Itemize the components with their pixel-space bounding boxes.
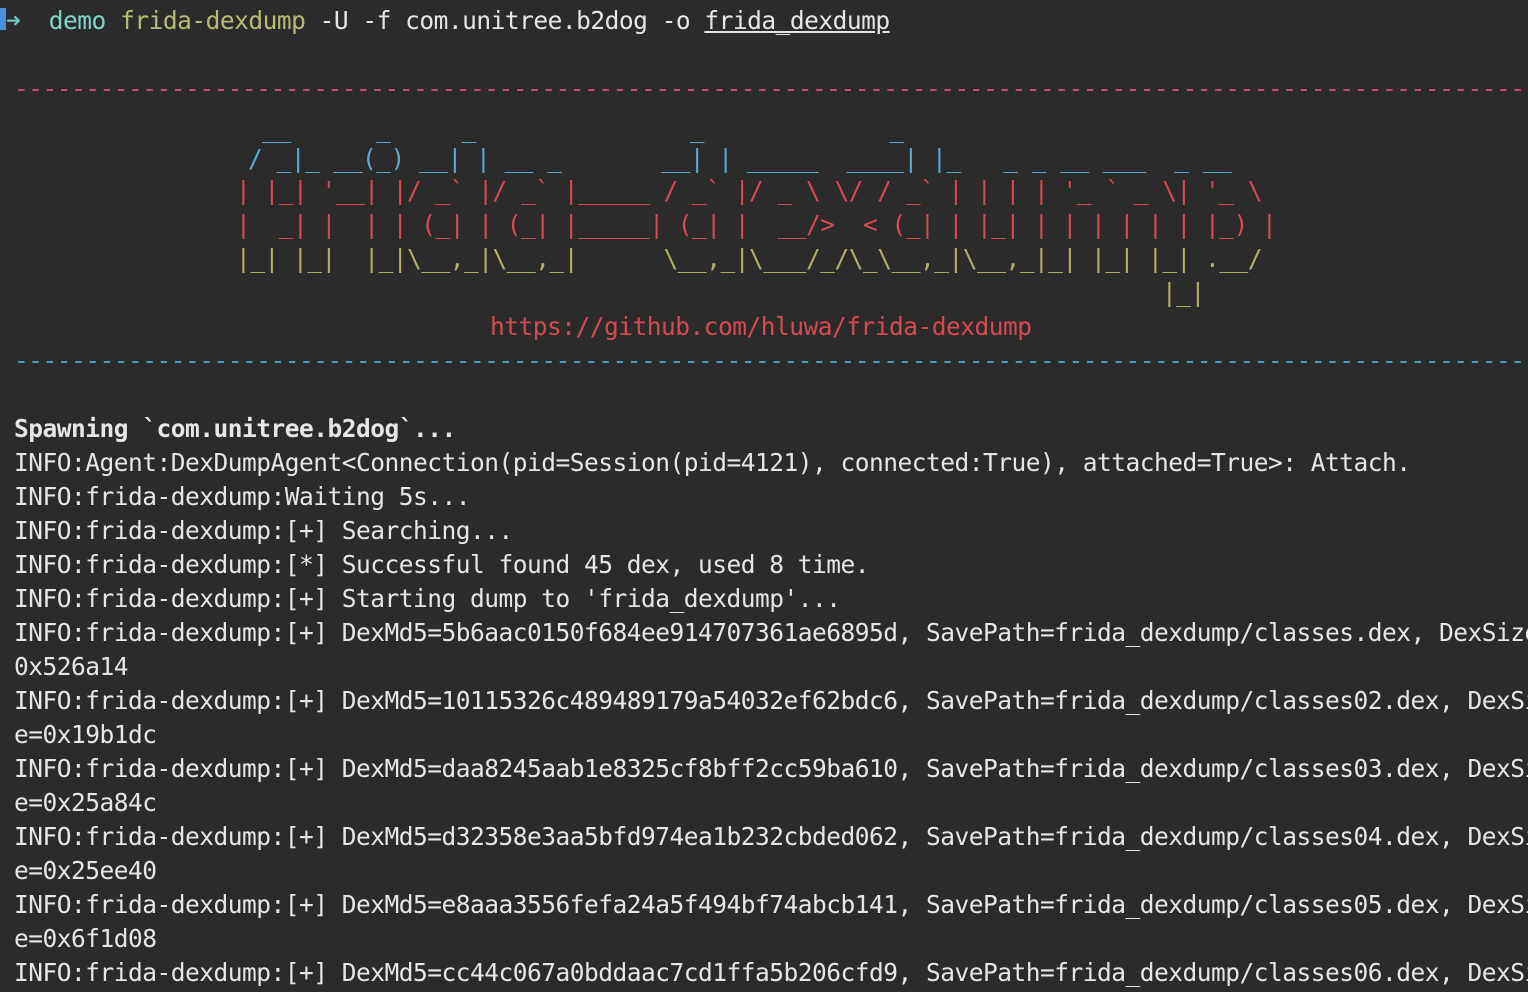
ascii-art-line-1: __ _ _ _ _ <box>248 114 1104 143</box>
output-line: INFO:frida-dexdump:Waiting 5s... <box>14 482 471 511</box>
output-line: INFO:frida-dexdump:[*] Successful found … <box>14 550 870 579</box>
output-line: INFO:Agent:DexDumpAgent<Connection(pid=S… <box>14 448 1411 477</box>
output-line: 0x526a14 <box>14 652 129 681</box>
ascii-art-line-5: |_| |_| |_|\__,_|\__,_| \__,_|\___/_/\_\… <box>236 244 1263 273</box>
output-line: INFO:frida-dexdump:[+] Searching... <box>14 516 513 545</box>
project-url[interactable]: https://github.com/hluwa/frida-dexdump <box>490 310 1032 344</box>
ascii-art-line-6: |_| <box>1162 278 1205 307</box>
prompt-line: ➜ demo frida-dexdump -U -f com.unitree.b… <box>6 4 890 38</box>
output-line: e=0x6f1d08 <box>14 924 157 953</box>
command-output-dir: frida_dexdump <box>704 6 890 35</box>
command-args: -U -f com.unitree.b2dog -o <box>305 6 705 35</box>
output-line: INFO:frida-dexdump:[+] DexMd5=5b6aac0150… <box>14 618 1528 647</box>
ascii-art-line-4: | _| | | | (_| | (_| |_____| (_| | __/> … <box>236 210 1277 239</box>
ascii-art-line-2: / _|_ __(_) __| | __ _ __| | _____ ____|… <box>248 144 1232 173</box>
output-line: INFO:frida-dexdump:[+] Starting dump to … <box>14 584 841 613</box>
output-line: e=0x19b1dc <box>14 720 157 749</box>
ascii-art-line-3: | |_| '__| |/ _` |/ _` |_____ / _` |/ _ … <box>236 176 1263 205</box>
prompt-arrow-icon: ➜ <box>6 6 21 35</box>
output-line: e=0x25ee40 <box>14 856 157 885</box>
terminal-window[interactable]: ➜ demo frida-dexdump -U -f com.unitree.b… <box>0 0 1528 992</box>
output-line: INFO:frida-dexdump:[+] DexMd5=cc44c067a0… <box>14 958 1528 987</box>
output-line: INFO:frida-dexdump:[+] DexMd5=daa8245aab… <box>14 754 1528 783</box>
output-line-spawning: Spawning `com.unitree.b2dog`... <box>14 414 456 443</box>
output-line: e=0x25a84c <box>14 788 157 817</box>
command-name: frida-dexdump <box>120 6 306 35</box>
output-line: INFO:frida-dexdump:[+] DexMd5=e8aaa3556f… <box>14 890 1528 919</box>
separator-bottom: ----------------------------------------… <box>14 346 1528 375</box>
output-line: INFO:frida-dexdump:[+] DexMd5=d32358e3aa… <box>14 822 1528 851</box>
separator-top: ----------------------------------------… <box>14 74 1528 103</box>
output-line: INFO:frida-dexdump:[+] DexMd5=10115326c4… <box>14 686 1528 715</box>
prompt-directory: demo <box>48 6 107 35</box>
